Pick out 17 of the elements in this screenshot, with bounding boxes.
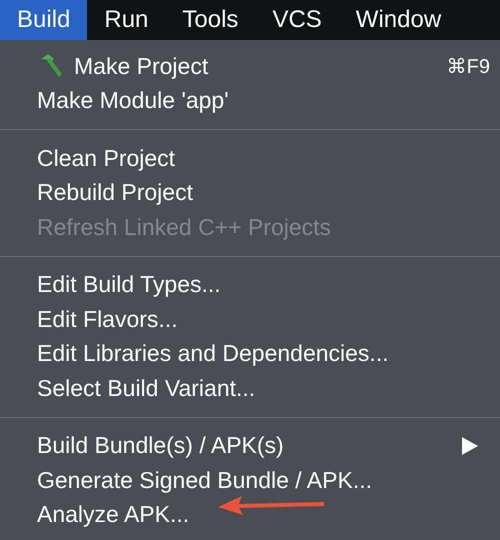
menu-item[interactable]: Edit Build Types... <box>0 268 500 302</box>
menu-title[interactable]: Tools <box>165 0 256 40</box>
menu-item[interactable]: Rebuild Project <box>0 176 500 210</box>
menu-item[interactable]: Clean Project <box>0 141 500 176</box>
menu-item[interactable]: Edit Flavors... <box>0 302 500 336</box>
menu-item[interactable]: Build Bundle(s) / APK(s) <box>0 428 500 463</box>
menu-item[interactable]: Select Build Variant... <box>0 371 500 406</box>
menu-item[interactable]: Make Project ⌘F9 <box>0 49 500 84</box>
menu-item[interactable]: Make Module 'app' <box>0 84 500 118</box>
submenu-arrow-icon <box>462 436 478 455</box>
menu-title[interactable]: Build <box>0 0 88 40</box>
menu-title[interactable]: Run <box>87 0 166 40</box>
menu-title[interactable]: VCS <box>255 0 339 40</box>
menu-item[interactable]: Generate Signed Bundle / APK... <box>0 463 500 498</box>
menu-item[interactable]: Edit Libraries and Dependencies... <box>0 336 500 371</box>
menu-title[interactable]: Window <box>338 0 458 40</box>
menu-item[interactable]: Analyze APK... <box>0 498 500 532</box>
